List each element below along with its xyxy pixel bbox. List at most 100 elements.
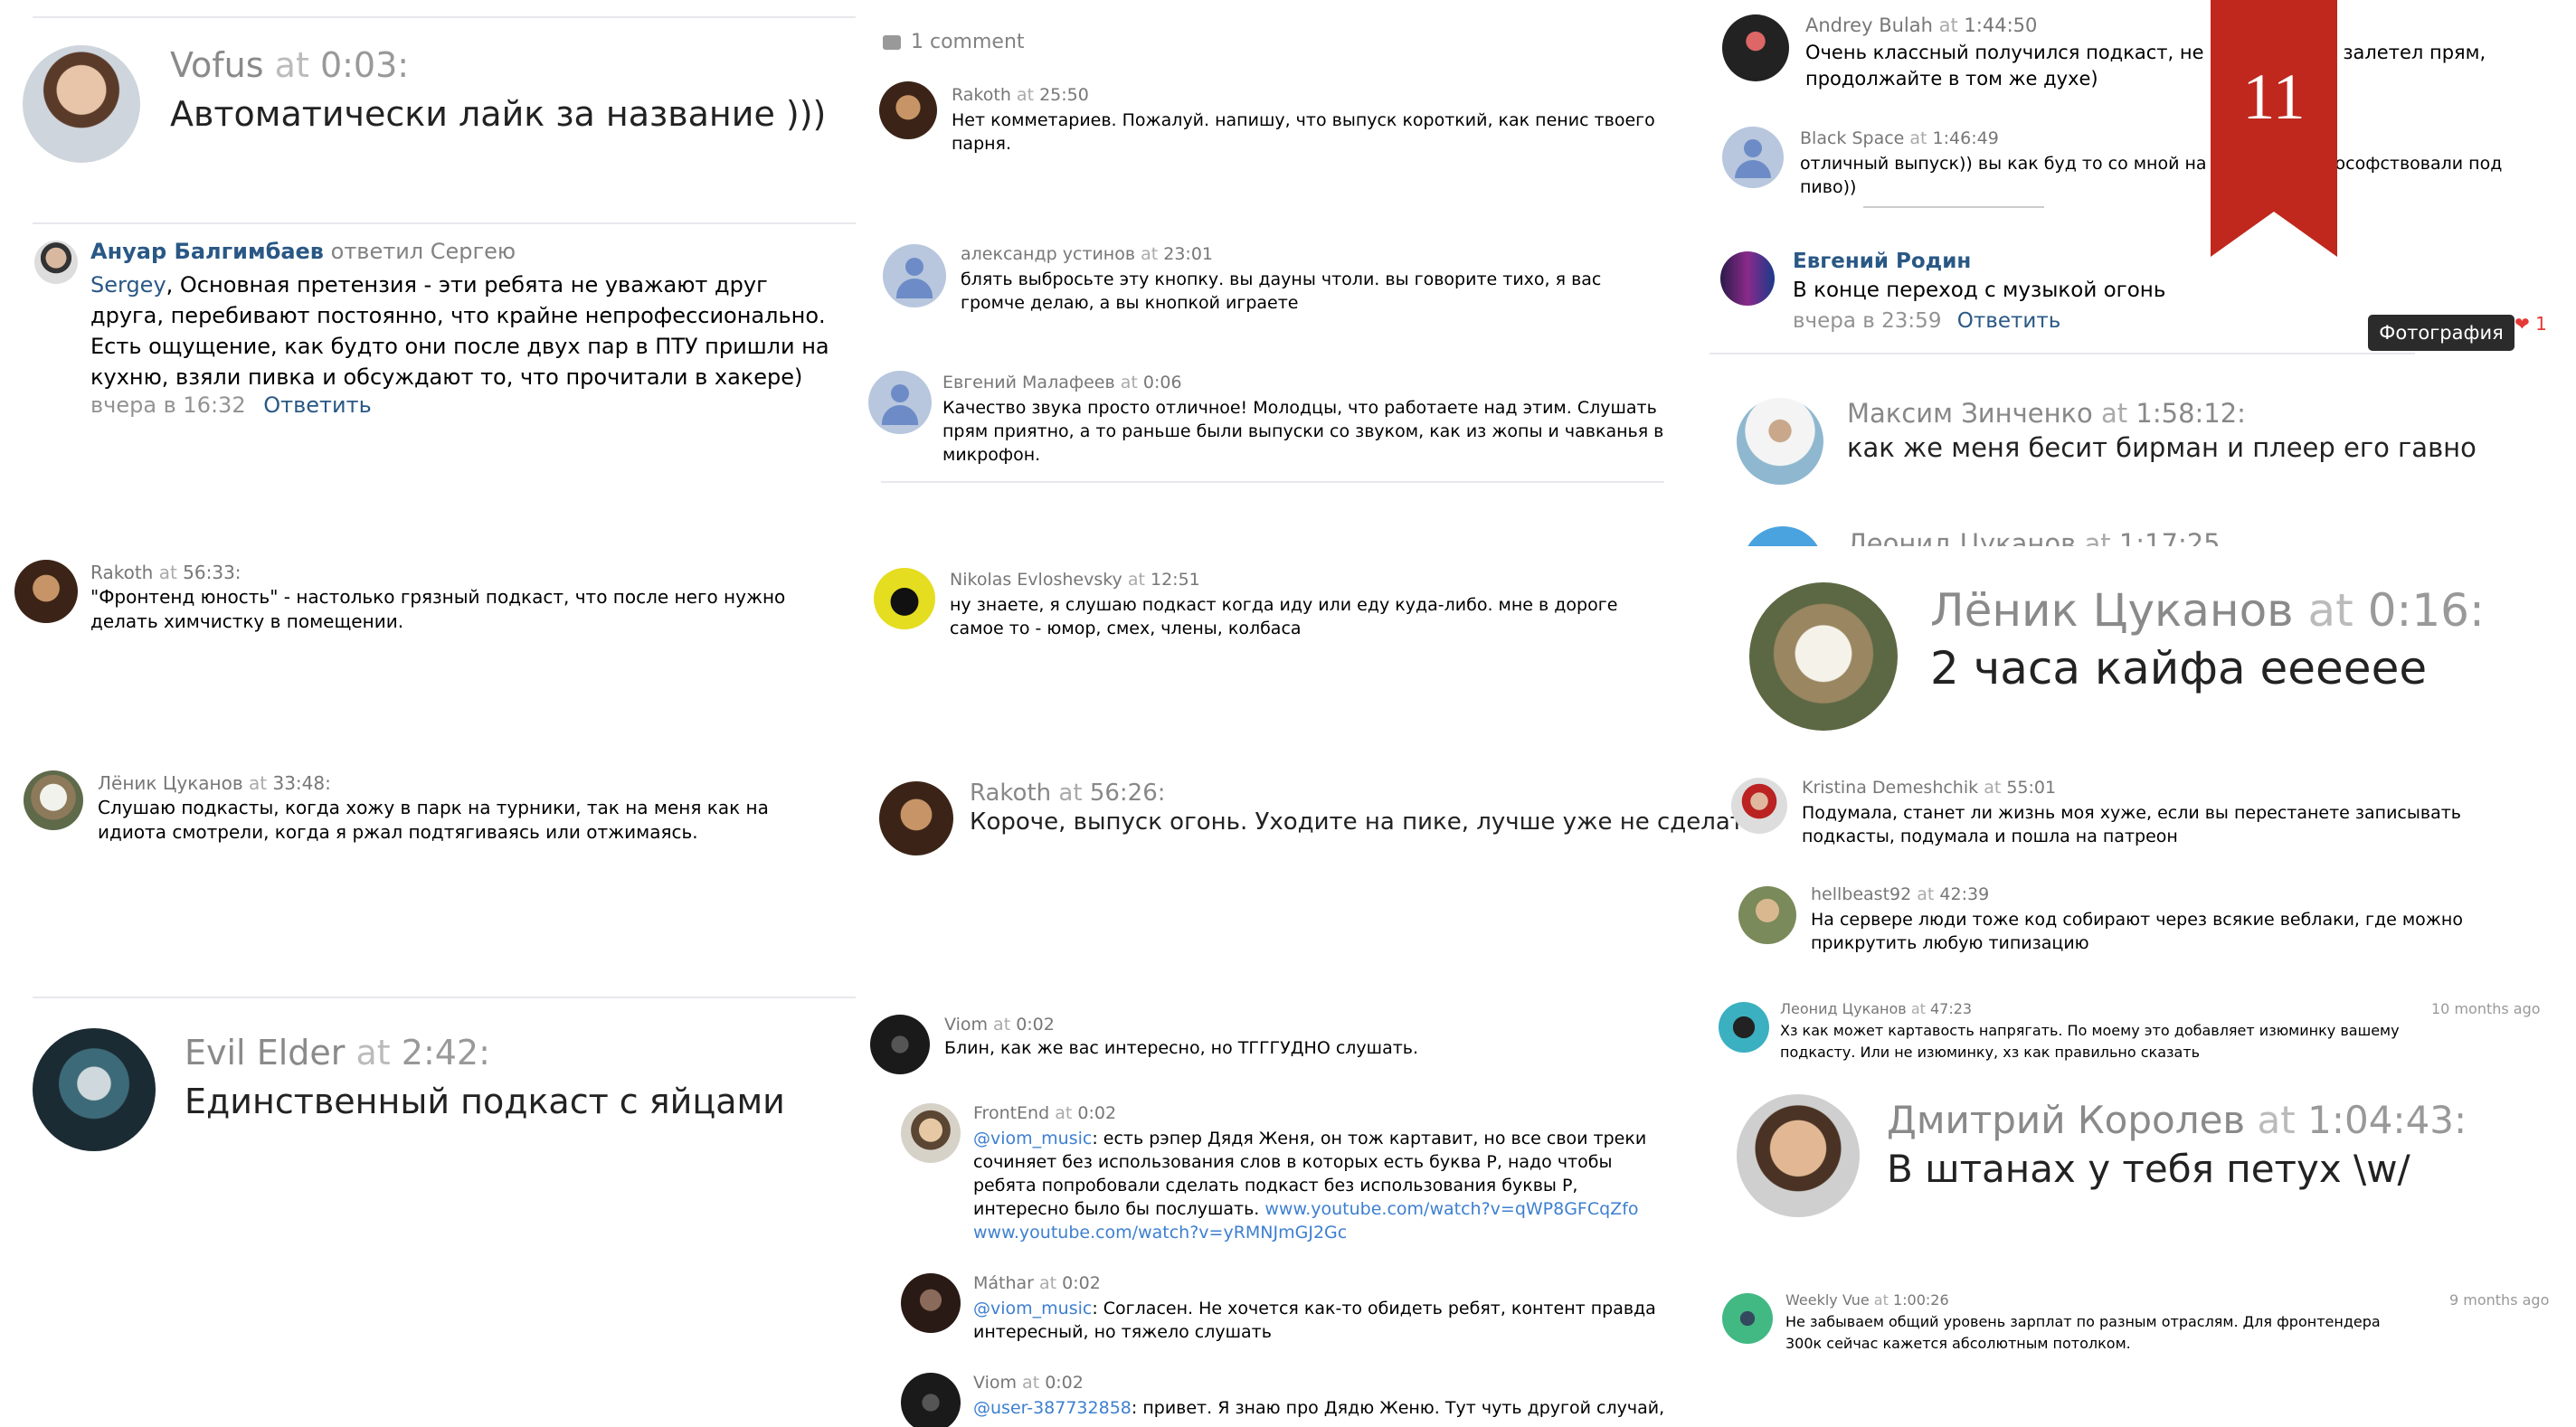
avatar[interactable] (879, 781, 953, 855)
comment-author[interactable]: Viom (973, 1373, 1017, 1393)
reply-link[interactable]: Ответить (1957, 309, 2061, 333)
comment-timestamp[interactable]: 56:33: (183, 562, 241, 583)
time-ago: 9 months ago (2449, 1291, 2550, 1309)
avatar[interactable] (23, 45, 140, 163)
avatar[interactable] (1719, 1002, 1769, 1053)
youtube-link[interactable]: www.youtube.com/watch?v=yRMNJmGJ2Gc (973, 1223, 1347, 1243)
comment-timestamp[interactable]: 0:16: (2368, 584, 2485, 637)
avatar[interactable] (34, 241, 78, 284)
comment-body: @viom_music: есть рэпер Дядя Женя, он то… (973, 1127, 1679, 1244)
avatar[interactable] (14, 560, 78, 623)
avatar[interactable] (1742, 526, 1823, 546)
comment-author[interactable]: Weekly Vue (1785, 1291, 1870, 1309)
comment-timestamp[interactable]: 0:02 (1016, 1015, 1055, 1035)
divider (33, 997, 856, 998)
heart-icon[interactable]: ❤ (2514, 313, 2530, 335)
comment-text: "Фронтенд юность" - настолько грязный по… (90, 586, 786, 632)
avatar[interactable] (1722, 14, 1789, 81)
avatar[interactable] (1720, 251, 1775, 306)
avatar[interactable] (901, 1273, 961, 1333)
comment-timestamp[interactable]: 47:23 (1930, 1000, 1972, 1017)
comment-timestamp[interactable]: 23:01 (1163, 244, 1213, 264)
avatar[interactable] (879, 81, 937, 139)
avatar[interactable] (901, 1373, 961, 1427)
comment-author[interactable]: Леонид Цуканов (1780, 1000, 1907, 1017)
comment-text: Качество звука просто отличное! Молодцы,… (942, 398, 1664, 465)
comment-timestamp[interactable]: 1:46:49 (1933, 128, 1999, 148)
comment-author[interactable]: FrontEnd (973, 1103, 1049, 1123)
comment-author[interactable]: Ануар Балгимбаев (90, 239, 324, 264)
comment-timestamp[interactable]: 56:26: (1090, 780, 1166, 807)
comment-timestamp[interactable]: 0:02 (1077, 1103, 1116, 1123)
comment-author[interactable]: Vofus (170, 45, 264, 85)
mention-link[interactable]: @viom_music (973, 1129, 1092, 1148)
comment-author[interactable]: Дмитрий Королев (1887, 1098, 2245, 1142)
avatar[interactable] (24, 770, 83, 830)
avatar[interactable] (1737, 398, 1823, 485)
avatar[interactable] (1738, 886, 1796, 944)
avatar[interactable] (883, 244, 946, 307)
mention-link[interactable]: @viom_music (973, 1299, 1092, 1318)
avatar[interactable] (874, 568, 935, 629)
comment-author[interactable]: Nikolas Evloshevsky (950, 570, 1122, 590)
like-count[interactable]: 1 (2535, 313, 2547, 335)
comment-author[interactable]: Evil Elder (185, 1033, 345, 1073)
comment-timestamp[interactable]: 1:00:26 (1893, 1291, 1949, 1309)
comment-author[interactable]: Леонид Цуканов (1847, 528, 2076, 546)
divider (33, 16, 856, 18)
comment-text: В штанах у тебя петух \w/ (1887, 1147, 2410, 1191)
comment-author[interactable]: Viom (944, 1015, 988, 1035)
comment-timestamp[interactable]: 12:51 (1151, 570, 1200, 590)
comment-timestamp[interactable]: 55:01 (2006, 778, 2056, 798)
comment-timestamp[interactable]: 42:39 (1939, 884, 1989, 904)
comment-author[interactable]: Kristina Demeshchik (1802, 778, 1978, 798)
youtube-link[interactable]: www.youtube.com/watch?v=qWP8GFCqZfo (1264, 1199, 1638, 1219)
comment-timestamp[interactable]: 1:58:12: (2136, 398, 2246, 429)
comment-timestamp[interactable]: 1:44:50 (1964, 14, 2037, 36)
addressee-link[interactable]: Sergey (90, 272, 166, 298)
comment-author[interactable]: Евгений Малафеев (942, 373, 1115, 392)
comment-author[interactable]: Евгений Родин (1793, 250, 1971, 273)
comment-timestamp[interactable]: 0:03: (320, 45, 409, 85)
avatar[interactable] (33, 1028, 156, 1151)
comment-timestamp[interactable]: 1:04:43: (2307, 1098, 2467, 1142)
at-label: at (1141, 244, 1159, 264)
comment-timestamp[interactable]: 0:02 (1045, 1373, 1084, 1393)
comment-count[interactable]: 1 comment (911, 31, 1025, 53)
comment-author[interactable]: Лёник Цуканов (1930, 584, 2294, 637)
comment-author[interactable]: Rakoth (970, 780, 1051, 807)
comment-date[interactable]: вчера в 23:59 (1793, 309, 1941, 333)
comment-text: отличный выпуск)) вы как буд то со мной … (1800, 154, 2508, 197)
reply-link[interactable]: Ответить (263, 392, 371, 418)
comment-author[interactable]: Andrey Bulah (1805, 14, 1933, 36)
comment-author[interactable]: Máthar (973, 1273, 1034, 1293)
comment-date[interactable]: вчера в 16:32 (90, 392, 246, 418)
comment-timestamp[interactable]: 1:17:25 (2119, 528, 2221, 546)
comment-author[interactable]: Лёник Цуканов (98, 772, 243, 794)
avatar[interactable] (1722, 1293, 1773, 1344)
comment-timestamp[interactable]: 25:50 (1039, 85, 1089, 105)
comment-author[interactable]: hellbeast92 (1811, 884, 1911, 904)
avatar[interactable] (1722, 127, 1784, 188)
comment-timestamp[interactable]: 2:42: (402, 1033, 490, 1073)
avatar[interactable] (1737, 1094, 1860, 1217)
avatar[interactable] (870, 1015, 930, 1074)
at-label: at (249, 772, 268, 794)
avatar[interactable] (901, 1103, 961, 1163)
comment-author[interactable]: Rakoth (952, 85, 1011, 105)
avatar[interactable] (868, 371, 932, 434)
comment-timestamp[interactable]: 0:02 (1062, 1273, 1101, 1293)
avatar[interactable] (1731, 778, 1787, 834)
comment-text: Не забываем общий уровень зарплат по раз… (1785, 1313, 2381, 1352)
comment-hellbeast: hellbeast92 at 42:39 На сервере люди тож… (1709, 883, 2576, 964)
comment-author[interactable]: Максим Зинченко (1847, 398, 2093, 429)
at-label: at (1016, 85, 1035, 105)
comment-timestamp[interactable]: 33:48: (272, 772, 330, 794)
comment-author[interactable]: александр устинов (961, 244, 1135, 264)
mention-link[interactable]: @user-387732858 (973, 1398, 1132, 1418)
comment-author[interactable]: Black Space (1800, 128, 1904, 148)
comment-text: Хз как может картавость напрягать. По мо… (1780, 1022, 2400, 1061)
comment-timestamp[interactable]: 0:06 (1143, 373, 1182, 392)
avatar[interactable] (1749, 582, 1898, 731)
comment-author[interactable]: Rakoth (90, 562, 153, 583)
